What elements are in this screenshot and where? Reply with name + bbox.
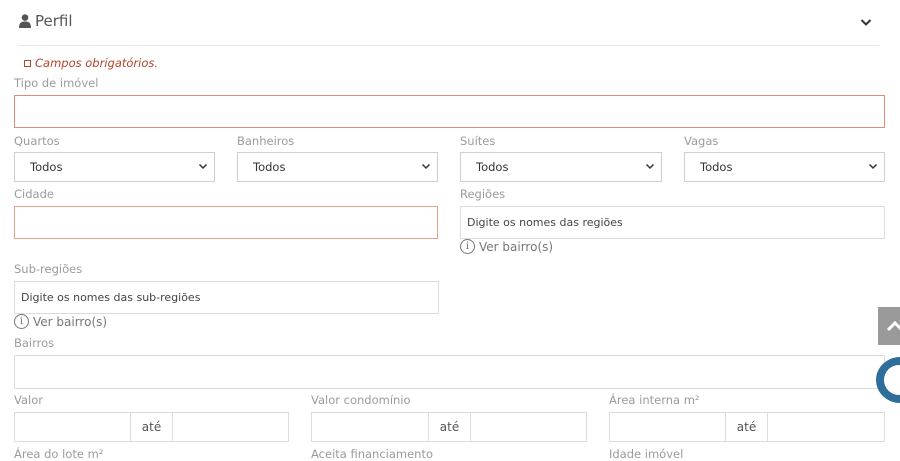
tipo-imovel-label: Tipo de imóvel (14, 76, 99, 90)
banheiros-value: Todos (253, 160, 286, 174)
quartos-select[interactable]: Todos (14, 152, 215, 182)
quartos-label: Quartos (14, 134, 60, 148)
chevron-down-icon (868, 160, 878, 174)
section-header[interactable]: Perfil (19, 12, 73, 30)
valor-label: Valor (14, 393, 43, 407)
cidade-label: Cidade (14, 187, 54, 201)
regioes-ver-bairros-link[interactable]: i Ver bairro(s) (460, 239, 553, 254)
info-icon: i (14, 314, 29, 329)
valor-condominio-range-separator: até (429, 412, 470, 442)
scroll-top-button[interactable] (878, 307, 900, 345)
caret-up-icon (878, 320, 900, 349)
banheiros-label: Banheiros (237, 134, 295, 148)
area-interna-min-input[interactable] (609, 412, 726, 442)
valor-condominio-max-input[interactable] (470, 412, 587, 442)
vagas-value: Todos (700, 160, 733, 174)
divider (19, 45, 879, 46)
chevron-down-icon (198, 160, 208, 174)
suites-label: Suítes (460, 134, 496, 148)
suites-select[interactable]: Todos (460, 152, 662, 182)
sub-regioes-ver-bairros-link[interactable]: i Ver bairro(s) (14, 314, 107, 329)
area-interna-max-input[interactable] (767, 412, 885, 442)
banheiros-select[interactable]: Todos (237, 152, 438, 182)
suites-value: Todos (476, 160, 509, 174)
sub-regioes-hint-text: Ver bairro(s) (33, 314, 108, 329)
sub-regioes-input[interactable]: Digite os nomes das sub-regiões (14, 281, 439, 314)
valor-max-input[interactable] (172, 412, 289, 442)
valor-condominio-min-input[interactable] (311, 412, 429, 442)
bairros-label: Bairros (14, 336, 55, 350)
area-interna-label: Área interna m² (609, 393, 700, 407)
regioes-input[interactable]: Digite os nomes das regiões (460, 206, 885, 239)
valor-min-input[interactable] (14, 412, 131, 442)
aceita-financiamento-label: Aceita financiamento (311, 447, 434, 461)
vagas-select[interactable]: Todos (684, 152, 885, 182)
area-interna-range-separator: até (726, 412, 767, 442)
bairros-input[interactable] (14, 355, 885, 389)
quartos-value: Todos (30, 160, 63, 174)
area-lote-label: Área do lote m² (14, 447, 104, 461)
valor-condominio-label: Valor condomínio (311, 393, 411, 407)
sub-regioes-label: Sub-regiões (14, 262, 83, 276)
idade-imovel-label: Idade imóvel (609, 447, 684, 461)
required-note-text: Campos obrigatórios. (35, 56, 159, 70)
vagas-label: Vagas (684, 134, 719, 148)
tipo-imovel-input[interactable] (14, 95, 885, 128)
regioes-label: Regiões (460, 187, 506, 201)
section-title: Perfil (35, 12, 73, 30)
cidade-input[interactable] (14, 206, 438, 239)
info-icon: i (460, 239, 475, 254)
chevron-down-icon (645, 160, 655, 174)
collapse-chevron-icon[interactable] (858, 14, 874, 30)
regioes-hint-text: Ver bairro(s) (479, 239, 554, 254)
valor-range-separator: até (131, 412, 172, 442)
required-note: Campos obrigatórios. (24, 56, 158, 70)
user-icon (19, 14, 31, 28)
chevron-down-icon (421, 160, 431, 174)
chat-icon (884, 365, 900, 395)
required-square-icon (24, 59, 31, 67)
